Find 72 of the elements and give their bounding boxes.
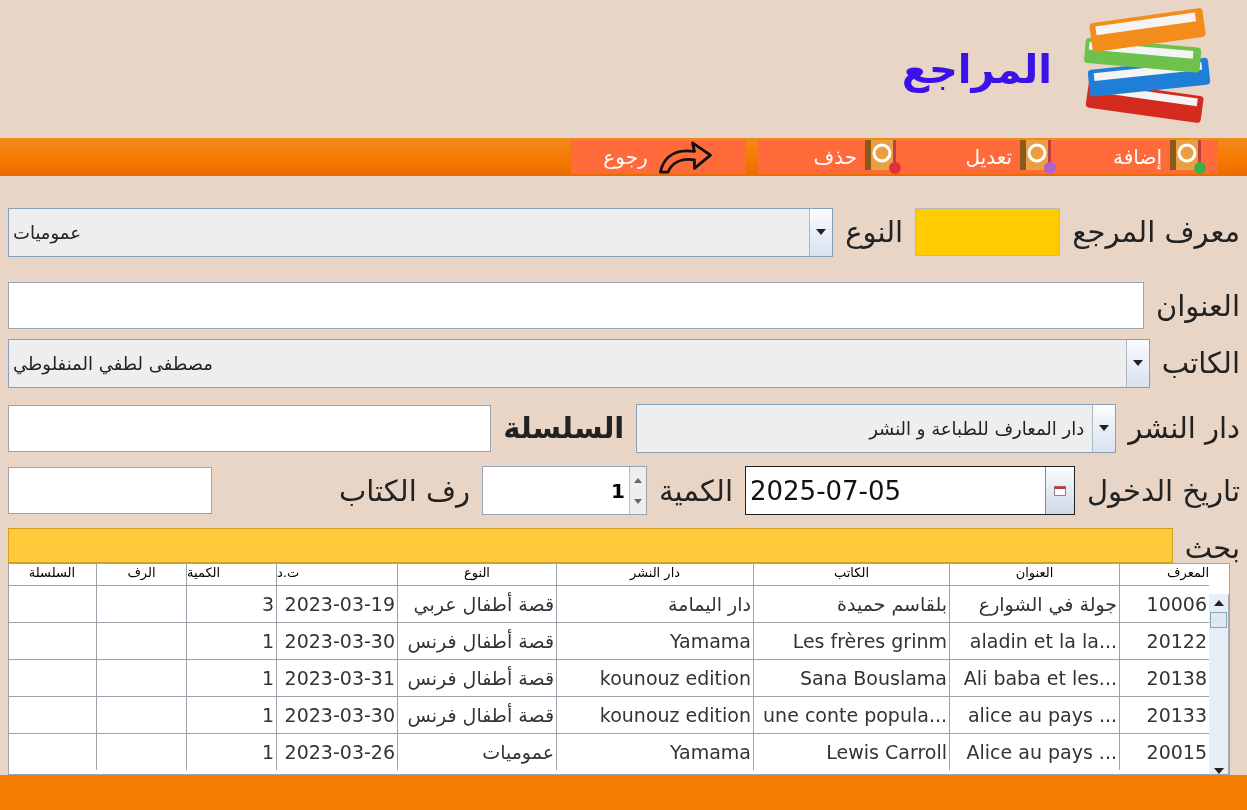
scroll-up-icon	[1213, 600, 1224, 606]
table-cell: قصة أطفال فرنس	[397, 696, 556, 733]
table-cell: Sana Bouslama	[753, 659, 949, 696]
dropdown-arrow-icon	[816, 229, 827, 235]
table-cell: 2023-03-31	[276, 659, 397, 696]
field-label: الكاتب	[1161, 346, 1240, 380]
series-field[interactable]	[8, 404, 492, 452]
table-cell: 20122	[1119, 622, 1209, 659]
table-cell: قصة أطفال عربي	[397, 585, 556, 622]
publisher-dropdown[interactable]: دار المعارف للطباعة و النشر	[636, 403, 1117, 453]
table-cell: Ali baba et les...	[949, 659, 1119, 696]
shelf-field[interactable]	[8, 467, 212, 514]
table-cell: عموميات	[397, 733, 556, 770]
reference-id-field[interactable]	[915, 208, 1061, 256]
field-label: دار النشر	[1128, 411, 1240, 445]
field-label: السلسلة	[503, 411, 625, 445]
table-cell: 20138	[1119, 659, 1209, 696]
field-label: العنوان	[1156, 288, 1240, 323]
table-cell: 10006	[1119, 585, 1209, 622]
table-cell: kounouz edition	[556, 659, 753, 696]
field-label: النوع	[845, 215, 904, 249]
table-cell: 1	[186, 733, 276, 770]
table-cell: 1	[186, 659, 276, 696]
scrollbar[interactable]	[1209, 594, 1229, 774]
dropdown-arrow-icon	[1132, 360, 1143, 366]
table-cell: 1	[186, 622, 276, 659]
table-cell: 20133	[1119, 696, 1209, 733]
table-cell: دار اليمامة	[556, 585, 753, 622]
table-cell: Alice au pays ...	[949, 733, 1119, 770]
field-label: معرف المرجع	[1072, 215, 1240, 249]
column-header[interactable]: النوع	[397, 564, 556, 585]
table-cell: 2023-03-30	[276, 696, 397, 733]
table-cell: 2023-03-19	[276, 585, 397, 622]
table-cell: 20015	[1119, 733, 1209, 770]
column-header[interactable]: السلسلة	[9, 564, 96, 585]
table-cell: une conte popula...	[753, 696, 949, 733]
column-header[interactable]: ت.د	[276, 564, 397, 585]
table-cell: 1	[186, 696, 276, 733]
column-header[interactable]: دار النشر	[556, 564, 753, 585]
column-header[interactable]: المعرف	[1119, 564, 1209, 585]
type-dropdown[interactable]: عموميات	[8, 207, 834, 257]
field-label: رف الكتاب	[338, 473, 470, 508]
table-cell: Lewis Carroll	[753, 733, 949, 770]
table-cell: kounouz edition	[556, 696, 753, 733]
table-cell: aladin et la la...	[949, 622, 1119, 659]
column-header[interactable]: العنوان	[949, 564, 1119, 585]
field-label: بحث	[1184, 530, 1240, 563]
calendar-icon	[1054, 485, 1066, 496]
date-field[interactable]: 2025-07-05	[745, 466, 1075, 515]
column-header[interactable]: الكمية	[186, 564, 276, 585]
field-label: تاريخ الدخول	[1087, 473, 1240, 508]
table-cell: بلقاسم حميدة	[753, 585, 949, 622]
table-cell: قصة أطفال فرنس	[397, 659, 556, 696]
quantity-spinner[interactable]: 1	[482, 466, 647, 515]
table-cell: قصة أطفال فرنس	[397, 622, 556, 659]
search-field[interactable]	[8, 528, 1173, 563]
column-header[interactable]: الكاتب	[753, 564, 949, 585]
table-cell: Yamama	[556, 733, 753, 770]
author-dropdown[interactable]: مصطفى لطفي المنفلوطي	[8, 338, 1150, 388]
title-field[interactable]	[8, 282, 1144, 329]
scroll-thumb[interactable]	[1210, 612, 1227, 628]
table-cell: alice au pays ...	[949, 696, 1119, 733]
dropdown-arrow-icon	[1099, 425, 1110, 431]
field-label: الكمية	[659, 473, 733, 508]
page-title: المراجع	[901, 46, 1052, 92]
column-header[interactable]: الرف	[96, 564, 186, 585]
table-cell: 3	[186, 585, 276, 622]
table-cell: 2023-03-30	[276, 622, 397, 659]
table-cell: 2023-03-26	[276, 733, 397, 770]
table-cell: Yamama	[556, 622, 753, 659]
table-cell: Les frères grinm	[753, 622, 949, 659]
table-cell: جولة في الشوارع	[949, 585, 1119, 622]
